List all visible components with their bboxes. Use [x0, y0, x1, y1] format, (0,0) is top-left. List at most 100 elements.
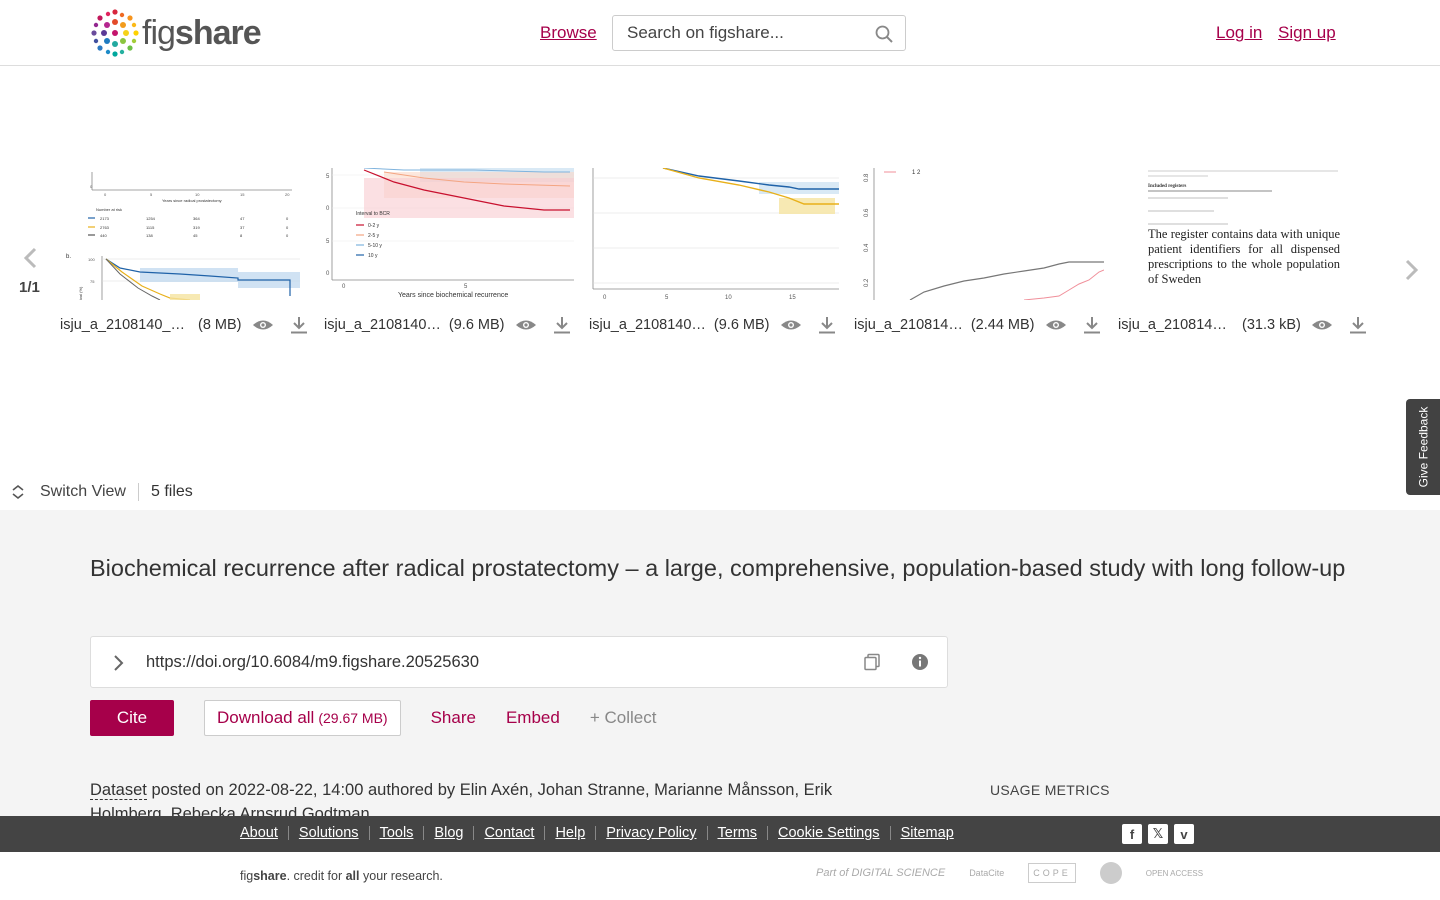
chevron-right-icon[interactable]	[1400, 258, 1422, 282]
switch-view-button[interactable]: Switch View	[40, 483, 126, 501]
datacite-logo[interactable]: DataCite	[969, 868, 1004, 878]
preview-eye-icon[interactable]	[252, 318, 274, 332]
download-icon[interactable]	[818, 316, 836, 334]
download-icon[interactable]	[290, 316, 308, 334]
divider	[889, 826, 891, 840]
item-type-label[interactable]: Dataset	[90, 781, 147, 800]
download-icon[interactable]	[553, 316, 571, 334]
social-links: f 𝕏 v	[1122, 824, 1194, 844]
cite-button[interactable]: Cite	[90, 700, 174, 736]
chevron-left-icon[interactable]	[20, 246, 42, 270]
divider	[137, 483, 139, 501]
file-name[interactable]: isju_a_2108140…	[324, 317, 441, 333]
file-size: (2.44 MB)	[970, 317, 1035, 333]
svg-text:10: 10	[195, 192, 200, 197]
download-icon[interactable]	[1083, 316, 1101, 334]
collect-button[interactable]: + Collect	[590, 708, 657, 728]
footer-link-tools[interactable]: Tools	[380, 825, 414, 841]
open-access-logo[interactable]: OPEN ACCESS	[1146, 869, 1203, 878]
footer-link-solutions[interactable]: Solutions	[299, 825, 359, 841]
file-name[interactable]: isju_a_210814…	[854, 317, 963, 333]
svg-text:0: 0	[90, 184, 93, 189]
search-box	[612, 15, 906, 51]
preview-eye-icon[interactable]	[1045, 318, 1067, 332]
footer-links: About Solutions Tools Blog Contact Help …	[240, 825, 954, 841]
switch-view-icon[interactable]	[10, 484, 26, 500]
svg-text:138: 138	[146, 233, 153, 238]
info-icon[interactable]	[911, 653, 929, 671]
svg-text:1115: 1115	[146, 225, 155, 230]
divider	[287, 826, 289, 840]
search-input[interactable]	[613, 16, 863, 50]
file-size: (9.6 MB)	[448, 317, 505, 333]
svg-text:45: 45	[193, 233, 198, 238]
divider	[706, 826, 708, 840]
svg-text:0.2: 0.2	[864, 278, 870, 287]
doi-link[interactable]: https://doi.org/10.6084/m9.figshare.2052…	[146, 653, 479, 672]
item-actions: Cite Download all (29.67 MB) Share Embed…	[90, 700, 656, 736]
file-name[interactable]: isju_a_2108140…	[1118, 317, 1234, 333]
svg-text:47: 47	[240, 216, 245, 221]
footer-link-blog[interactable]: Blog	[434, 825, 463, 841]
file-size: (31.3 kB)	[1242, 317, 1301, 333]
svg-text:1254: 1254	[146, 216, 156, 221]
file-name[interactable]: isju_a_2108140_s…	[60, 317, 190, 333]
preview-eye-icon[interactable]	[780, 318, 802, 332]
svg-text:0: 0	[286, 233, 289, 238]
digital-science-logo[interactable]: Part of DIGITAL SCIENCE	[816, 867, 945, 879]
signup-link[interactable]: Sign up	[1278, 23, 1336, 43]
download-all-button[interactable]: Download all (29.67 MB)	[204, 700, 401, 736]
embed-button[interactable]: Embed	[506, 708, 560, 728]
svg-text:100: 100	[88, 257, 95, 262]
cope-logo[interactable]: COPE	[1028, 863, 1076, 883]
download-all-size: (29.67 MB)	[318, 710, 388, 726]
file-thumbnail[interactable]: Included registers The register contains…	[1118, 168, 1368, 300]
footer-link-sitemap[interactable]: Sitemap	[901, 825, 954, 841]
svg-text:8: 8	[240, 233, 243, 238]
chevron-right-icon[interactable]	[111, 653, 125, 673]
divider	[473, 826, 475, 840]
footer-link-help[interactable]: Help	[555, 825, 585, 841]
page-title: Biochemical recurrence after radical pro…	[90, 555, 1346, 581]
footer-link-privacy[interactable]: Privacy Policy	[606, 825, 696, 841]
footer-link-about[interactable]: About	[240, 825, 278, 841]
figshare-logo[interactable]: figshare	[90, 8, 262, 58]
x-twitter-icon[interactable]: 𝕏	[1148, 824, 1168, 844]
facebook-icon[interactable]: f	[1122, 824, 1142, 844]
svg-text:319: 319	[193, 225, 200, 230]
footer-link-terms[interactable]: Terms	[718, 825, 757, 841]
file-thumbnail[interactable]: 0 5 10 15	[589, 168, 839, 300]
vimeo-icon[interactable]: v	[1174, 824, 1194, 844]
login-link[interactable]: Log in	[1216, 23, 1262, 43]
thumb-legend-item: 5-10 y	[368, 243, 382, 249]
svg-text:0.8: 0.8	[864, 173, 870, 182]
svg-text:0: 0	[286, 216, 289, 221]
svg-text:0.4: 0.4	[864, 243, 870, 252]
search-icon[interactable]	[875, 25, 893, 43]
thumb-legend-item: 0-2 y	[368, 223, 380, 229]
preview-eye-icon[interactable]	[515, 318, 537, 332]
browse-link[interactable]: Browse	[540, 23, 597, 43]
divider	[767, 826, 768, 840]
carousel-page-indicator: 1/1	[19, 279, 40, 296]
copy-icon[interactable]	[863, 653, 881, 671]
thumb-legend-title: Interval to BCR	[356, 211, 390, 217]
divider	[423, 826, 425, 840]
seal-logo[interactable]	[1099, 862, 1122, 884]
give-feedback-tab[interactable]: Give Feedback	[1406, 399, 1440, 495]
svg-text:440: 440	[100, 233, 107, 238]
share-button[interactable]: Share	[431, 708, 476, 728]
download-icon[interactable]	[1349, 316, 1367, 334]
thumb-legend-item: 10 y	[368, 253, 378, 259]
footer-link-cookie-settings[interactable]: Cookie Settings	[778, 825, 880, 841]
figshare-logo-icon	[91, 9, 139, 57]
preview-eye-icon[interactable]	[1311, 318, 1333, 332]
file-thumbnail[interactable]: 0 0 5 10 15 20 Years since radical prost…	[60, 168, 310, 300]
file-thumbnail[interactable]: 5 0 5 0 Interval to BCR 0-2 y 2-5 y 5-10…	[324, 168, 574, 300]
svg-text:0: 0	[603, 295, 607, 300]
svg-text:364: 364	[193, 216, 200, 221]
footer-link-contact[interactable]: Contact	[484, 825, 534, 841]
file-thumbnail[interactable]: 1 2 0.8 0.6 0.4 0.2	[854, 168, 1104, 300]
svg-text:75: 75	[90, 279, 95, 284]
file-name[interactable]: isju_a_2108140…	[589, 317, 706, 333]
